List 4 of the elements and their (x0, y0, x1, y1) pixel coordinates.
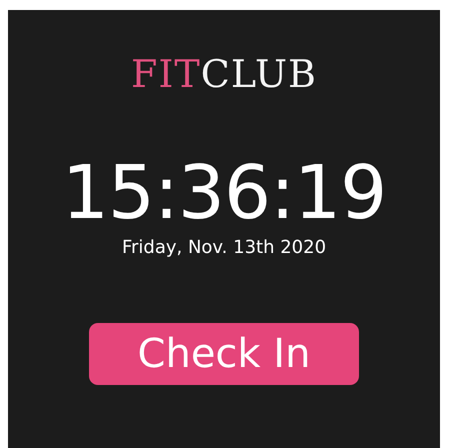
check-in-button[interactable]: Check In (89, 322, 359, 385)
clock-date: Friday, Nov. 13th 2020 (122, 236, 326, 260)
clock-time: 15:36:19 (62, 156, 386, 230)
logo: FITCLUB (131, 54, 317, 96)
